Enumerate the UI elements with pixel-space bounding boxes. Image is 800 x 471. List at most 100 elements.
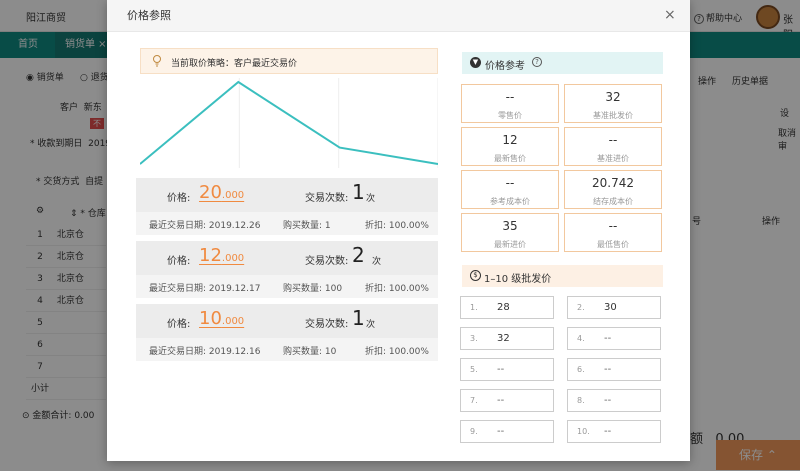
- trade-times-unit: 次: [366, 194, 376, 204]
- trade-times-label: 交易次数:: [305, 319, 349, 330]
- price-decimal: .000: [221, 190, 245, 201]
- ref-label: 零售价: [498, 111, 522, 120]
- ref-value: --: [505, 90, 515, 104]
- wholesale-level-field[interactable]: 8. --: [567, 389, 661, 412]
- ref-cell-stock-cost: 20.742 结存成本价: [564, 170, 662, 209]
- price-decimal: .000: [221, 253, 245, 264]
- discount: 折扣: 100.00%: [365, 284, 429, 294]
- price-value-link[interactable]: 20.000: [199, 182, 244, 203]
- ref-value: 20.742: [592, 176, 634, 190]
- trade-times-unit: 次: [372, 257, 382, 267]
- level-index: 5.: [470, 365, 478, 374]
- ref-cell-min-sale-price: -- 最低售价: [564, 213, 662, 252]
- chevron-down-icon[interactable]: ▼: [470, 57, 481, 68]
- price-strategy-banner: 当前取价策略：客户最近交易价: [140, 48, 438, 74]
- price-integer: 20: [199, 182, 222, 203]
- dollar-icon: $: [470, 270, 481, 281]
- price-label: 价格:: [167, 319, 191, 330]
- ref-value: --: [608, 133, 618, 147]
- purchase-quantity: 购买数量: 10: [283, 347, 337, 357]
- discount: 折扣: 100.00%: [365, 347, 429, 357]
- dialog-header: 价格参照 ×: [107, 0, 690, 32]
- level-index: 4.: [577, 334, 585, 343]
- ref-value: --: [608, 219, 618, 233]
- level-index: 1.: [470, 303, 478, 312]
- ref-label: 结存成本价: [593, 197, 633, 206]
- dialog-title: 价格参照: [127, 9, 171, 22]
- level-value: --: [604, 426, 612, 437]
- price-label: 价格:: [167, 256, 191, 267]
- price-reference-header: ▼ 价格参考 ?: [462, 52, 663, 74]
- wholesale-level-field[interactable]: 7. --: [460, 389, 554, 412]
- level-index: 8.: [577, 396, 585, 405]
- price-record-card[interactable]: 价格: 20.000 交易次数: 1 次 最近交易日期: 2019.12.26 …: [136, 178, 438, 235]
- wholesale-levels-title: 1–10 级批发价: [484, 274, 552, 285]
- price-integer: 12: [199, 245, 222, 266]
- level-index: 3.: [470, 334, 478, 343]
- price-label: 价格:: [167, 193, 191, 204]
- price-trend-point: [237, 81, 239, 83]
- trade-times-value: 1: [352, 180, 365, 204]
- ref-cell-base-purchase-price: -- 基准进价: [564, 127, 662, 166]
- price-strategy-text: 当前取价策略：客户最近交易价: [171, 59, 298, 69]
- wholesale-level-field[interactable]: 6. --: [567, 358, 661, 381]
- price-trend-chart: [140, 78, 438, 168]
- ref-cell-base-wholesale-price: 32 基准批发价: [564, 84, 662, 123]
- level-value: --: [497, 426, 505, 437]
- price-record-card[interactable]: 价格: 10.000 交易次数: 1 次 最近交易日期: 2019.12.16 …: [136, 304, 438, 361]
- level-index: 6.: [577, 365, 585, 374]
- price-integer: 10: [199, 308, 222, 329]
- ref-cell-retail-price: -- 零售价: [461, 84, 559, 123]
- level-value: 30: [604, 302, 617, 313]
- ref-label: 基准进价: [597, 154, 629, 163]
- level-index: 7.: [470, 396, 478, 405]
- wholesale-levels-header: $ 1–10 级批发价: [462, 265, 663, 287]
- wholesale-level-field[interactable]: 9. --: [460, 420, 554, 443]
- lightbulb-icon: [153, 55, 161, 67]
- ref-value: 12: [502, 133, 518, 147]
- ref-cell-latest-purchase-price: 35 最新进价: [461, 213, 559, 252]
- trade-times-value: 1: [352, 306, 365, 330]
- wholesale-level-field[interactable]: 10. --: [567, 420, 661, 443]
- level-index: 9.: [470, 427, 478, 436]
- discount: 折扣: 100.00%: [365, 221, 429, 231]
- ref-label: 参考成本价: [490, 197, 530, 206]
- price-value-link[interactable]: 12.000: [199, 245, 244, 266]
- purchase-quantity: 购买数量: 100: [283, 284, 343, 294]
- trade-times-label: 交易次数:: [305, 256, 349, 267]
- ref-value: 32: [605, 90, 621, 104]
- ref-cell-reference-cost: -- 参考成本价: [461, 170, 559, 209]
- ref-label: 基准批发价: [593, 111, 633, 120]
- ref-cell-latest-sale-price: 12 最新售价: [461, 127, 559, 166]
- price-reference-dialog: 价格参照 × 当前取价策略：客户最近交易价 价格: 20.000 交易次数: 1…: [107, 0, 690, 461]
- wholesale-level-field[interactable]: 2. 30: [567, 296, 661, 319]
- wholesale-level-field[interactable]: 4. --: [567, 327, 661, 350]
- close-icon[interactable]: ×: [664, 8, 676, 22]
- ref-label: 最低售价: [597, 240, 629, 249]
- level-value: --: [604, 364, 612, 375]
- ref-label: 最新进价: [494, 240, 526, 249]
- wholesale-level-field[interactable]: 5. --: [460, 358, 554, 381]
- ref-value: 35: [502, 219, 518, 233]
- level-value: --: [604, 333, 612, 344]
- trade-times-unit: 次: [366, 320, 376, 330]
- trade-times-value: 2: [352, 243, 365, 267]
- level-value: --: [604, 395, 612, 406]
- wholesale-level-field[interactable]: 3. 32: [460, 327, 554, 350]
- question-icon[interactable]: ?: [532, 57, 542, 67]
- level-value: 32: [497, 333, 510, 344]
- ref-value: --: [505, 176, 515, 190]
- wholesale-level-field[interactable]: 1. 28: [460, 296, 554, 319]
- price-value-link[interactable]: 10.000: [199, 308, 244, 329]
- level-index: 2.: [577, 303, 585, 312]
- level-value: 28: [497, 302, 510, 313]
- level-value: --: [497, 395, 505, 406]
- last-trade-date: 最近交易日期: 2019.12.16: [149, 347, 261, 357]
- level-value: --: [497, 364, 505, 375]
- last-trade-date: 最近交易日期: 2019.12.17: [149, 284, 261, 294]
- price-trend-point: [339, 147, 341, 149]
- price-reference-title: 价格参考: [485, 61, 525, 72]
- price-decimal: .000: [221, 316, 245, 327]
- last-trade-date: 最近交易日期: 2019.12.26: [149, 221, 261, 231]
- price-record-card[interactable]: 价格: 12.000 交易次数: 2 次 最近交易日期: 2019.12.17 …: [136, 241, 438, 298]
